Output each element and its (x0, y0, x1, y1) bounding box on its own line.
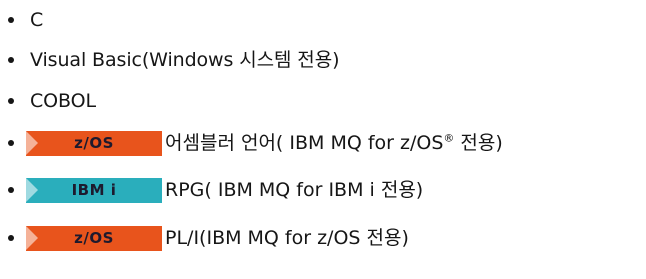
item-text: 어셈블러 언어( IBM MQ for z/OS® 전용) (165, 131, 503, 155)
badge-label: IBM i (71, 181, 117, 199)
bullet-icon (8, 235, 14, 241)
bullet-icon (8, 57, 14, 63)
bullet-icon (8, 17, 14, 23)
bullet-icon (8, 98, 14, 104)
bullet-icon (8, 187, 14, 193)
item-text: COBOL (30, 90, 96, 112)
ibm-i-badge: IBM i (26, 177, 162, 203)
item-text-suffix: 전용) (454, 132, 503, 154)
zos-badge: z/OS (26, 130, 162, 156)
bullet-icon (8, 140, 14, 146)
item-text-main: 어셈블러 언어( IBM MQ for z/OS (165, 132, 444, 154)
registered-mark: ® (443, 131, 455, 145)
item-text: Visual Basic(Windows 시스템 전용) (30, 49, 340, 71)
badge-label: z/OS (74, 134, 114, 152)
item-text: C (30, 9, 44, 31)
item-text: RPG( IBM MQ for IBM i 전용) (165, 179, 424, 201)
zos-badge: z/OS (26, 225, 162, 251)
badge-label: z/OS (74, 229, 114, 247)
item-text: PL/I(IBM MQ for z/OS 전용) (165, 227, 409, 249)
